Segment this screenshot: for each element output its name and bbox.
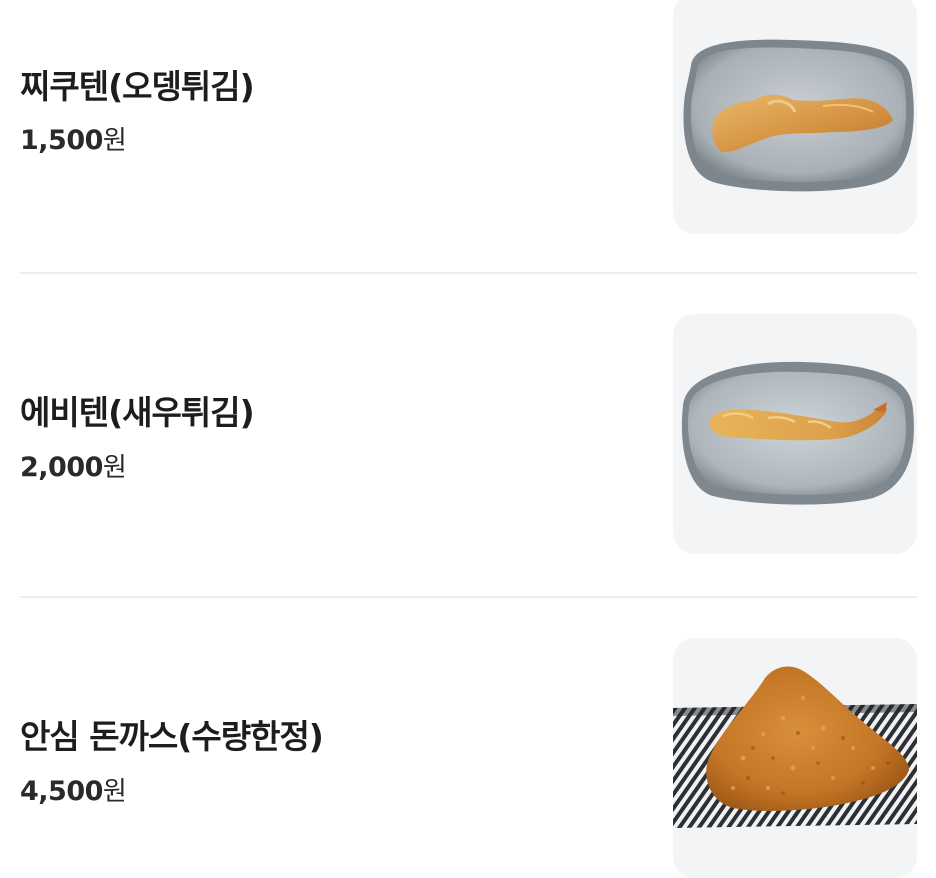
price-value: 1,500 [20,125,103,156]
menu-item-name: 찌쿠텐(오뎅튀김) [20,67,255,106]
menu-item-price: 4,500원 [20,771,127,808]
pork-cutlet-image[interactable] [673,638,917,878]
fried-fishcake-image[interactable] [673,0,917,234]
fried-shrimp-image[interactable] [673,314,917,554]
price-unit: 원 [102,777,127,807]
divider [20,596,917,598]
menu-item[interactable]: 안심 돈까스(수량한정) 4,500원 [0,638,936,878]
price-value: 2,000 [20,452,103,483]
menu-list: 찌쿠텐(오뎅튀김) 1,500원 에비텐(새우튀김) 2,000원 안심 돈까스… [0,0,936,878]
menu-item-price: 2,000원 [20,447,127,484]
price-unit: 원 [102,126,127,156]
menu-item[interactable]: 에비텐(새우튀김) 2,000원 [0,314,936,554]
menu-item-name: 에비텐(새우튀김) [20,393,255,432]
menu-item[interactable]: 찌쿠텐(오뎅튀김) 1,500원 [0,0,936,234]
price-unit: 원 [102,453,127,483]
divider [20,272,917,274]
menu-item-name: 안심 돈까스(수량한정) [20,717,324,756]
price-value: 4,500 [20,776,103,807]
menu-item-price: 1,500원 [20,120,127,157]
